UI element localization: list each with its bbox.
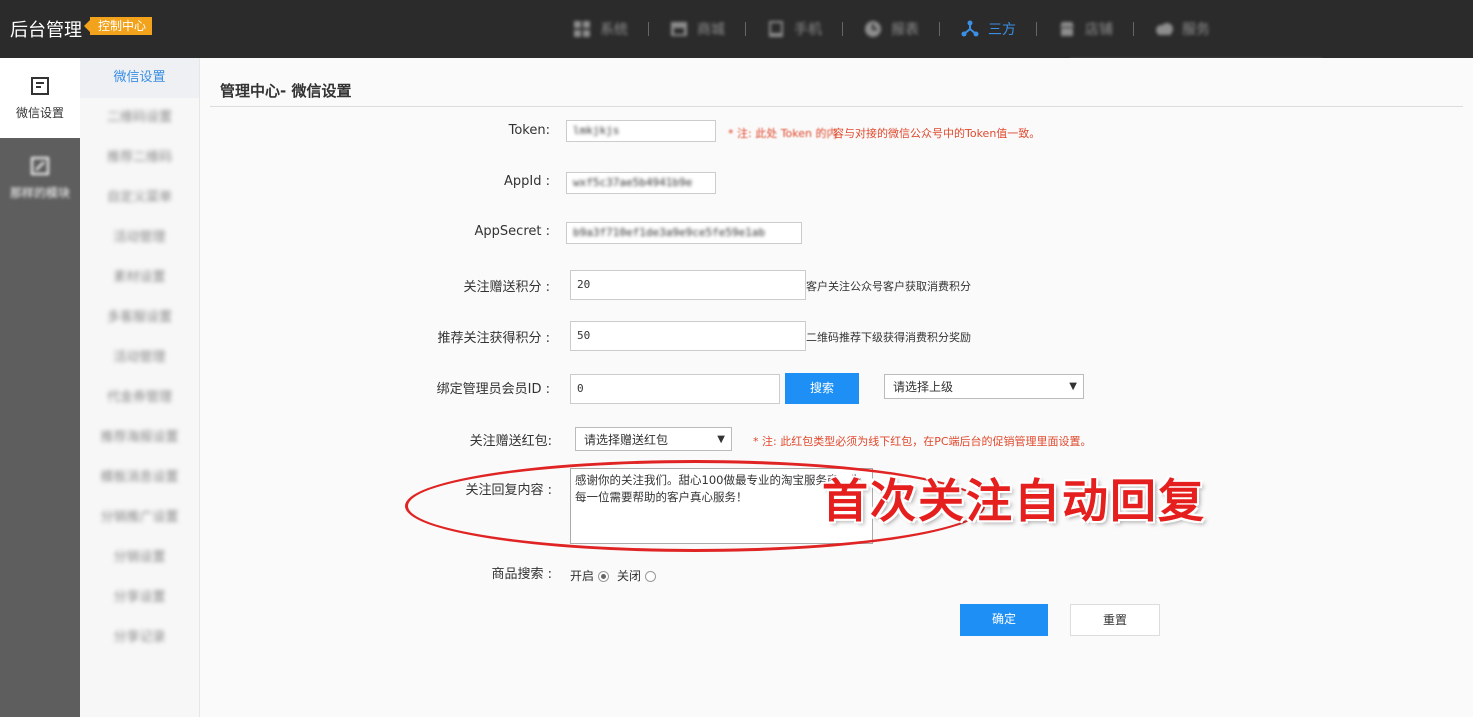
token-hint: 容与对接的微信公众号中的Token值一致。	[833, 127, 1041, 140]
nav-label: 系统	[600, 22, 628, 38]
appid-value: wxf5c37ae5b4941b9e	[573, 176, 693, 189]
submenu-item[interactable]: 分享设置	[80, 578, 199, 618]
nav-item-service[interactable]: 服务	[1142, 0, 1222, 58]
radio-on[interactable]	[598, 571, 610, 582]
appsecret-label: AppSecret :	[474, 224, 550, 239]
nav-label: 报表	[891, 22, 919, 38]
submenu-item[interactable]: 素材设置	[80, 258, 199, 298]
recommend-points-hint: 二维码推荐下级获得消费积分奖励	[806, 331, 971, 344]
submenu-item[interactable]: 分销设置	[80, 538, 199, 578]
follow-points-input[interactable]: 20	[570, 270, 806, 300]
nav-item-third-party[interactable]: 三方	[948, 0, 1028, 58]
nav-item-report[interactable]: 报表	[851, 0, 931, 58]
redpacket-select-value: 请选择赠送红包	[584, 433, 669, 447]
appid-label: AppId :	[504, 174, 550, 189]
token-hint-prefix: * 注: 此处 Token 的内	[728, 127, 838, 140]
radio-off-label: 关闭	[617, 569, 642, 583]
appid-input[interactable]: wxf5c37ae5b4941b9e	[566, 172, 716, 194]
nav-item-store[interactable]: 商城	[657, 0, 737, 58]
wechat-settings-icon	[31, 76, 49, 95]
nav-label: 店铺	[1085, 22, 1113, 38]
store-icon	[669, 19, 689, 39]
nav-divider	[1036, 22, 1037, 36]
cloud-icon	[1154, 19, 1174, 39]
submenu-item[interactable]: 活动管理	[80, 338, 199, 378]
top-nav: 系统 商城 手机 报表 三方 店铺 服务	[560, 0, 1222, 58]
radio-on-label: 开启	[570, 569, 595, 583]
icon-sidebar: 微信设置 那样的模块	[0, 58, 80, 717]
search-button[interactable]: 搜索	[785, 373, 859, 404]
recommend-points-input[interactable]: 50	[570, 321, 806, 351]
nav-divider	[939, 22, 940, 36]
follow-points-hint: 客户关注公众号客户获取消费积分	[806, 280, 971, 293]
submenu-item[interactable]: 自定义菜单	[80, 178, 199, 218]
submenu-item[interactable]: 多客服设置	[80, 298, 199, 338]
nav-divider	[648, 22, 649, 36]
edit-icon	[31, 156, 49, 175]
product-search-radio-group: 开启 关闭	[570, 567, 664, 584]
caret-down-icon: ▼	[1069, 381, 1077, 392]
secondary-menu: 微信设置 二维码设置 推荐二维码 自定义菜单 活动管理 素材设置 多客服设置 活…	[80, 58, 200, 717]
superior-select-value: 请选择上级	[893, 380, 954, 394]
submenu-item[interactable]: 推荐海报设置	[80, 418, 199, 458]
reset-button[interactable]: 重置	[1070, 604, 1160, 636]
submenu-item[interactable]: 推荐二维码	[80, 138, 199, 178]
grid-icon	[572, 19, 592, 39]
iconbar-item-wechat-settings[interactable]: 微信设置	[0, 58, 80, 138]
nav-label: 手机	[794, 22, 822, 38]
token-label: Token:	[508, 123, 550, 138]
caret-down-icon: ▼	[717, 434, 725, 445]
iconbar-label: 微信设置	[15, 105, 64, 120]
submenu-item-wechat-settings[interactable]: 微信设置	[80, 58, 199, 98]
nav-item-system[interactable]: 系统	[560, 0, 640, 58]
tablet-icon	[766, 19, 786, 39]
nav-divider	[842, 22, 843, 36]
product-search-label: 商品搜索 :	[491, 567, 552, 582]
nav-divider	[745, 22, 746, 36]
top-bar: 后台管理 控制中心 系统 商城 手机 报表 三方 店铺 服务	[0, 0, 1473, 58]
superior-select[interactable]: 请选择上级 ▼	[884, 374, 1084, 399]
page-title: 管理中心- 微信设置	[220, 82, 352, 100]
nav-item-mobile[interactable]: 手机	[754, 0, 834, 58]
submenu-item[interactable]: 代金券管理	[80, 378, 199, 418]
token-input[interactable]: lmkjkjs	[566, 120, 716, 142]
control-center-badge[interactable]: 控制中心	[83, 17, 153, 35]
network-icon	[960, 19, 980, 39]
clock-icon	[863, 19, 883, 39]
nav-label: 三方	[988, 22, 1016, 38]
title-divider	[210, 106, 1463, 107]
token-value: lmkjkjs	[573, 124, 620, 137]
nav-divider	[1133, 22, 1134, 36]
submenu-item[interactable]: 分销推广设置	[80, 498, 199, 538]
nav-label: 商城	[697, 22, 725, 38]
iconbar-label: 那样的模块	[9, 185, 70, 200]
admin-id-input[interactable]: 0	[570, 374, 780, 404]
nav-item-shop[interactable]: 店铺	[1045, 0, 1125, 58]
redpacket-hint: * 注: 此红包类型必须为线下红包，在PC端后台的促销管理里面设置。	[753, 435, 1092, 448]
annotation-text: 首次关注自动回复	[822, 474, 1206, 528]
submenu-item[interactable]: 分享记录	[80, 618, 199, 658]
redpacket-select[interactable]: 请选择赠送红包 ▼	[575, 427, 732, 451]
iconbar-item-second[interactable]: 那样的模块	[0, 138, 80, 218]
shop-icon	[1057, 19, 1077, 39]
submenu-item[interactable]: 模板消息设置	[80, 458, 199, 498]
radio-off[interactable]	[645, 571, 657, 582]
recommend-points-label: 推荐关注获得积分 :	[437, 331, 550, 346]
appsecret-value: b9a3f710ef1de3a9e9ce5fe59e1ab	[573, 226, 766, 239]
redpacket-label: 关注赠送红包:	[469, 434, 552, 449]
submit-button[interactable]: 确定	[960, 604, 1048, 636]
main-panel: 管理中心- 微信设置 Token: lmkjkjs * 注: 此处 Token …	[200, 58, 1473, 717]
admin-id-label: 绑定管理员会员ID :	[436, 382, 550, 397]
follow-points-label: 关注赠送积分 :	[463, 280, 550, 295]
submenu-item[interactable]: 活动管理	[80, 218, 199, 258]
brand-title: 后台管理	[10, 20, 82, 41]
submenu-item[interactable]: 二维码设置	[80, 98, 199, 138]
appsecret-input[interactable]: b9a3f710ef1de3a9e9ce5fe59e1ab	[566, 222, 802, 244]
nav-label: 服务	[1182, 22, 1210, 38]
